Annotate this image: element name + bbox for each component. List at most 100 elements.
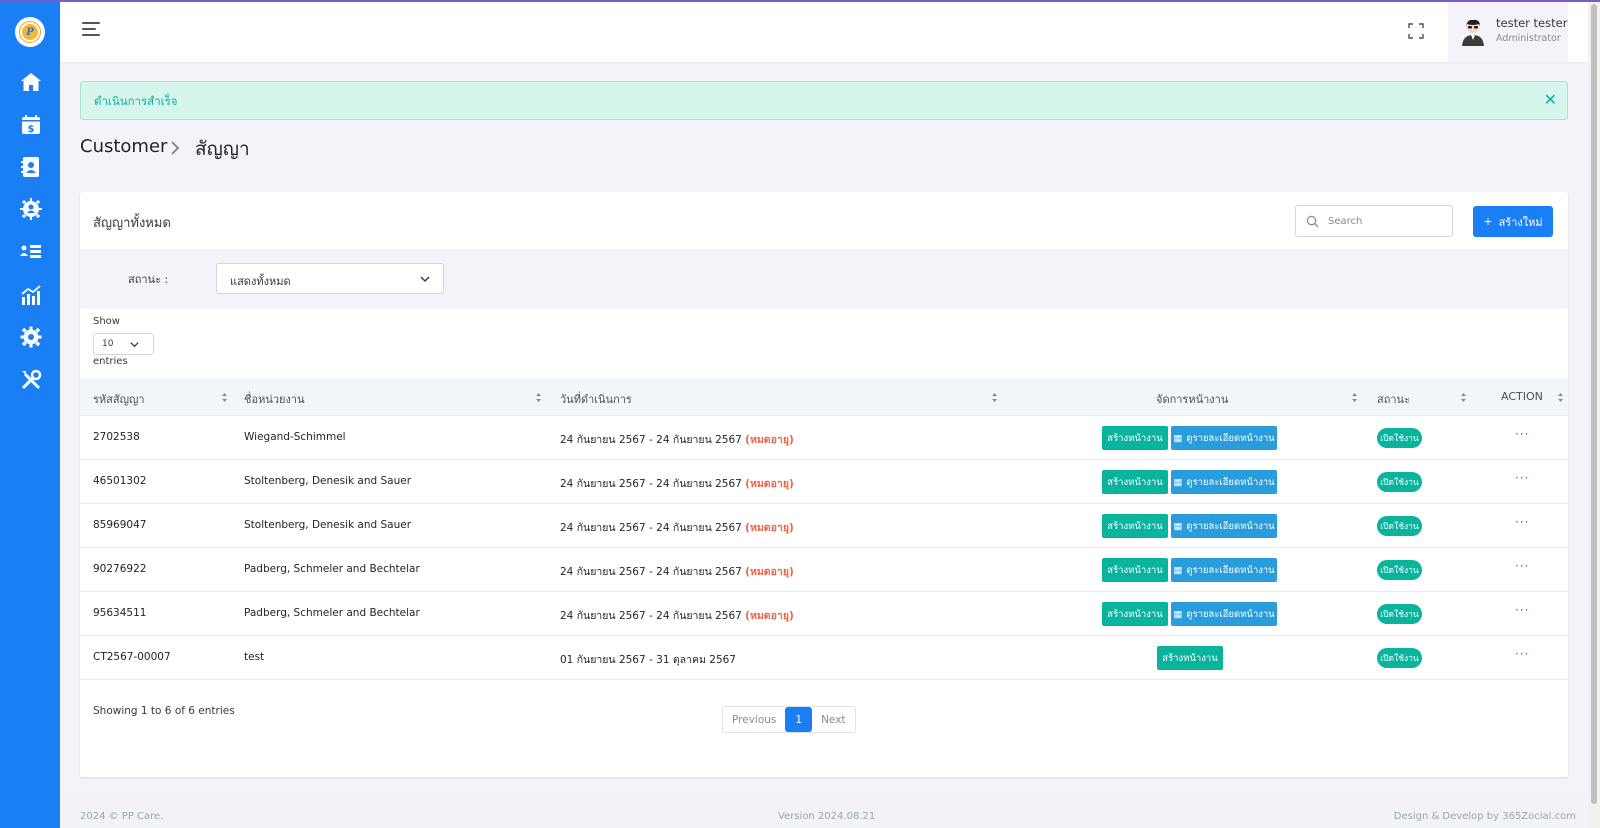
footer-version: Version 2024.08.21 <box>778 811 876 822</box>
operation-date: 24 กันยายน 2567 - 24 กันยายน 2567 (หมดอา… <box>560 519 794 536</box>
sidebar: P $ <box>0 0 60 828</box>
expired-label: (หมดอายุ) <box>745 522 794 534</box>
expired-label: (หมดอายุ) <box>745 434 794 446</box>
status-badge: เปิดใช้งาน <box>1377 648 1422 668</box>
table-row: 95634511 Padberg, Schmeler and Bechtelar… <box>80 592 1568 636</box>
home-icon[interactable] <box>19 70 43 94</box>
contract-code: 90276922 <box>93 563 147 575</box>
breadcrumb-customer[interactable]: Customer <box>80 136 167 157</box>
chart-icon[interactable] <box>19 283 43 307</box>
svg-text:$: $ <box>28 124 35 135</box>
contract-code: 85969047 <box>93 519 147 531</box>
sort-icon[interactable] <box>991 392 998 403</box>
scrollbar-thumb[interactable] <box>1591 4 1597 804</box>
column-header-status[interactable]: สถานะ <box>1377 390 1410 408</box>
operation-date: 24 กันยายน 2567 - 24 กันยายน 2567 (หมดอา… <box>560 431 794 448</box>
table-row: 90276922 Padberg, Schmeler and Bechtelar… <box>80 548 1568 592</box>
organization-name: Stoltenberg, Denesik and Sauer <box>244 519 412 531</box>
operation-date: 24 กันยายน 2567 - 24 กันยายน 2567 (หมดอา… <box>560 563 794 580</box>
date-range: 24 กันยายน 2567 - 24 กันยายน 2567 <box>560 434 742 446</box>
list-icon[interactable] <box>19 240 43 264</box>
status-filter-select[interactable]: แสดงทั้งหมด <box>216 263 444 294</box>
chevron-down-icon <box>420 276 430 282</box>
sort-icon[interactable] <box>1460 392 1467 403</box>
status-badge: เปิดใช้งาน <box>1377 560 1422 580</box>
plus-icon: + <box>1483 215 1493 228</box>
search-input[interactable] <box>1328 212 1446 230</box>
table-row: 2702538 Wiegand-Schimmel 24 กันยายน 2567… <box>80 416 1568 460</box>
next-page-button[interactable]: Next <box>812 707 854 732</box>
column-header-action: ACTION <box>1501 390 1543 403</box>
create-worksite-button[interactable]: สร้างหน้างาน <box>1102 514 1168 538</box>
billing-calendar-icon[interactable]: $ <box>19 113 43 137</box>
team-gear-icon[interactable] <box>19 197 43 221</box>
contact-book-icon[interactable] <box>19 155 43 179</box>
user-menu[interactable]: tester tester Administrator <box>1448 2 1568 62</box>
fullscreen-icon[interactable] <box>1408 23 1424 39</box>
entries-label: entries <box>93 356 128 367</box>
view-worksite-button[interactable]: ▦ ดูรายละเอียดหน้างาน <box>1171 426 1277 450</box>
date-range: 24 กันยายน 2567 - 24 กันยายน 2567 <box>560 522 742 534</box>
table-row: CT2567-00007 test 01 กันยายน 2567 - 31 ต… <box>80 636 1568 680</box>
card-title: สัญญาทั้งหมด <box>93 216 171 231</box>
pagination: Previous 1 Next <box>722 706 856 733</box>
user-name: tester tester <box>1496 16 1568 30</box>
app-logo[interactable]: P <box>15 17 45 47</box>
status-filter-label: สถานะ : <box>128 273 169 286</box>
contract-code: 95634511 <box>93 607 147 619</box>
table-row: 85969047 Stoltenberg, Denesik and Sauer … <box>80 504 1568 548</box>
sort-icon[interactable] <box>1351 392 1358 403</box>
more-actions-icon[interactable]: ··· <box>1515 515 1529 529</box>
page-title: สัญญา <box>195 138 250 160</box>
create-worksite-button[interactable]: สร้างหน้างาน <box>1102 558 1168 582</box>
contract-code: 46501302 <box>93 475 147 487</box>
create-worksite-button[interactable]: สร้างหน้างาน <box>1102 426 1168 450</box>
tools-icon[interactable] <box>19 368 43 392</box>
menu-toggle-icon[interactable] <box>82 22 102 40</box>
more-actions-icon[interactable]: ··· <box>1515 647 1529 661</box>
previous-page-button[interactable]: Previous <box>723 707 785 732</box>
organization-name: test <box>244 651 265 663</box>
more-actions-icon[interactable]: ··· <box>1515 427 1529 441</box>
footer: 2024 © PP Care. Version 2024.08.21 Desig… <box>60 794 1588 828</box>
view-worksite-button[interactable]: ▦ ดูรายละเอียดหน้างาน <box>1171 558 1277 582</box>
column-header-code[interactable]: รหัสสัญญา <box>93 390 145 408</box>
more-actions-icon[interactable]: ··· <box>1515 603 1529 617</box>
building-icon: ▦ <box>1173 564 1183 576</box>
view-worksite-button[interactable]: ▦ ดูรายละเอียดหน้างาน <box>1171 514 1277 538</box>
top-header: tester tester Administrator <box>60 2 1600 62</box>
view-worksite-button[interactable]: ▦ ดูรายละเอียดหน้างาน <box>1171 602 1277 626</box>
date-range: 24 กันยายน 2567 - 24 กันยายน 2567 <box>560 478 742 490</box>
view-worksite-label: ดูรายละเอียดหน้างาน <box>1186 564 1275 576</box>
close-icon[interactable]: ✕ <box>1544 91 1557 109</box>
more-actions-icon[interactable]: ··· <box>1515 471 1529 485</box>
status-badge: เปิดใช้งาน <box>1377 472 1422 492</box>
date-range: 24 กันยายน 2567 - 24 กันยายน 2567 <box>560 566 742 578</box>
expired-label: (หมดอายุ) <box>745 566 794 578</box>
column-header-name[interactable]: ชื่อหน่วยงาน <box>244 390 305 408</box>
sort-icon[interactable] <box>221 392 228 403</box>
page-scrollbar[interactable] <box>1588 0 1600 828</box>
page-1-button[interactable]: 1 <box>785 707 813 732</box>
status-badge: เปิดใช้งาน <box>1377 516 1422 536</box>
contract-code: CT2567-00007 <box>93 651 171 663</box>
alert-message: ดำเนินการสำเร็จ <box>94 94 178 108</box>
user-role: Administrator <box>1496 33 1561 44</box>
filter-bar: สถานะ : แสดงทั้งหมด <box>80 249 1568 309</box>
expired-label: (หมดอายุ) <box>745 610 794 622</box>
view-worksite-label: ดูรายละเอียดหน้างาน <box>1186 432 1275 444</box>
create-worksite-button[interactable]: สร้างหน้างาน <box>1102 602 1168 626</box>
create-worksite-button[interactable]: สร้างหน้างาน <box>1157 646 1223 670</box>
view-worksite-button[interactable]: ▦ ดูรายละเอียดหน้างาน <box>1171 470 1277 494</box>
more-actions-icon[interactable]: ··· <box>1515 559 1529 573</box>
sort-icon[interactable] <box>1557 392 1564 403</box>
create-new-button[interactable]: + สร้างใหม่ <box>1473 206 1553 237</box>
sort-icon[interactable] <box>535 392 542 403</box>
page-length-select[interactable]: 10 <box>93 333 154 355</box>
column-header-date[interactable]: วันที่ดำเนินการ <box>560 390 632 408</box>
create-worksite-button[interactable]: สร้างหน้างาน <box>1102 470 1168 494</box>
operation-date: 24 กันยายน 2567 - 24 กันยายน 2567 (หมดอา… <box>560 607 794 624</box>
settings-icon[interactable] <box>19 325 43 349</box>
search-box[interactable] <box>1295 205 1453 237</box>
column-header-manage[interactable]: จัดการหน้างาน <box>1156 390 1228 408</box>
